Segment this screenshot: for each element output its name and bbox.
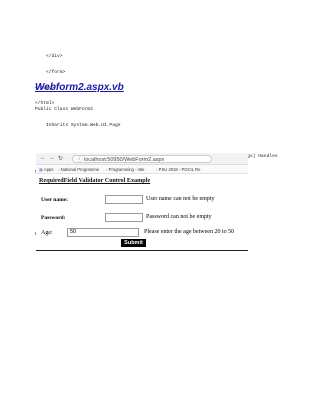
submit-button[interactable]: Submit — [121, 239, 146, 247]
username-input[interactable] — [105, 195, 143, 204]
page-icon: ▫ — [106, 166, 108, 172]
username-error: User name can not be empty — [146, 196, 215, 202]
back-arrow-icon[interactable]: ← — [40, 155, 46, 161]
bookmark-national-programme[interactable]: ▫ National Programme — [58, 167, 99, 172]
age-label: Age: — [41, 230, 53, 236]
url-field[interactable]: ⓘ localhost:50950/WebForm2.aspx — [72, 154, 212, 163]
code-line: Public Class WebForm2 — [35, 107, 93, 113]
bookmark-psu[interactable]: ▫ PSU 2018 - PGCIL Re — [156, 167, 200, 172]
code-line: </div> — [35, 54, 63, 60]
username-label: User name: — [41, 197, 68, 203]
address-bar: ← → ↻ ⓘ localhost:50950/WebForm2.aspx — [36, 153, 248, 165]
password-error: Password can not be empty — [146, 214, 212, 220]
page-icon: ▫ — [156, 166, 158, 172]
url-text: localhost:50950/WebForm2.aspx — [84, 156, 165, 163]
code-line: </form> — [35, 70, 66, 76]
password-label: Password: — [41, 215, 66, 221]
apps-grid-icon: ▦ — [39, 166, 43, 172]
password-input[interactable] — [105, 213, 143, 222]
page-icon: ▫ — [58, 166, 60, 172]
code-line: Inherits System.Web.UI.Page — [35, 123, 121, 129]
forward-arrow-icon[interactable]: → — [49, 155, 55, 161]
section-heading: Webform2.aspx.vb — [35, 82, 124, 93]
age-error: Please enter the age between 20 to 50 — [144, 229, 235, 235]
form-title: RequiredField Validator Control Example — [39, 177, 151, 184]
bookmark-programming[interactable]: ▫ Programming - Inte — [106, 167, 145, 172]
horizontal-rule — [36, 250, 248, 251]
info-icon: ⓘ — [77, 156, 85, 163]
bookmarks-bar: ▦ Apps ▫ National Programme ▫ Programmin… — [36, 165, 248, 174]
age-input[interactable]: 50 — [67, 228, 139, 237]
bookmark-apps[interactable]: ▦ Apps — [39, 167, 53, 172]
browser-screenshot: ← → ↻ ⓘ localhost:50950/WebForm2.aspx ▦ … — [36, 153, 248, 257]
reload-icon[interactable]: ↻ — [58, 155, 63, 162]
